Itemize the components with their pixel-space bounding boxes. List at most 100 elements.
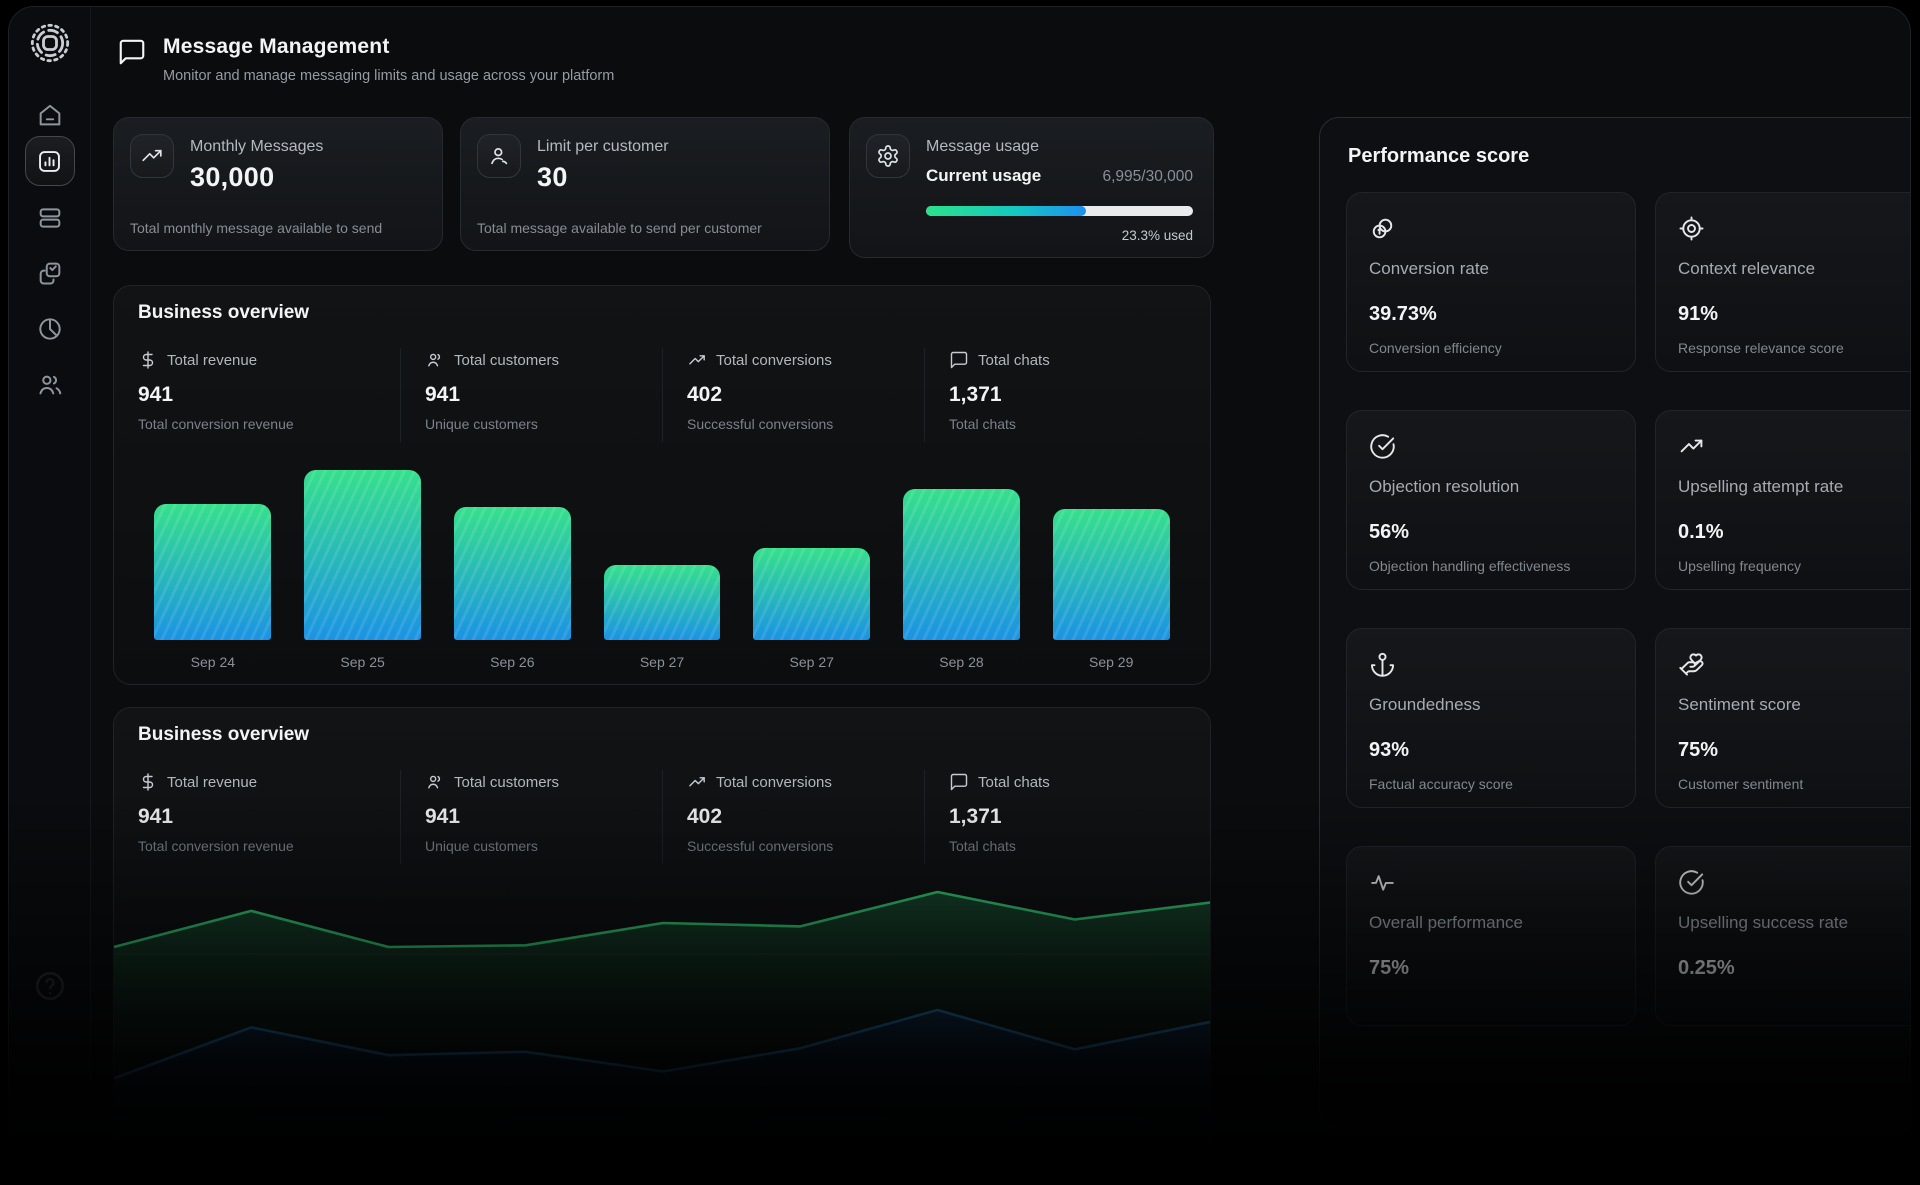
message-square-icon	[117, 37, 147, 67]
bar-slot: Sep 26	[437, 470, 587, 672]
metric-value: 0.1%	[1678, 521, 1911, 544]
metric-value: 93%	[1369, 739, 1613, 762]
sidebar-item-analytics[interactable]	[25, 136, 75, 186]
panel-title: Performance score	[1348, 145, 1529, 168]
trend-up-icon	[130, 134, 174, 178]
metric-description: Factual accuracy score	[1369, 776, 1613, 792]
overall-performance-card: Overall performance 75%	[1346, 846, 1636, 1026]
metric-description: Customer sentiment	[1678, 776, 1911, 792]
usage-progress-bar	[926, 206, 1193, 216]
bar-label: Sep 25	[340, 654, 384, 670]
page-subtitle: Monitor and manage messaging limits and …	[163, 68, 614, 84]
stat-description: Unique customers	[425, 838, 662, 854]
users-icon	[36, 371, 64, 399]
dollar-icon	[138, 772, 158, 792]
stat-description: Unique customers	[425, 416, 662, 432]
upselling-success-rate-card: Upselling success rate 0.25%	[1655, 846, 1911, 1026]
help-icon[interactable]	[33, 969, 67, 1003]
sidebar-item-reports[interactable]	[36, 315, 64, 343]
bar-slot: Sep 27	[737, 470, 887, 672]
bar	[454, 507, 571, 640]
stat-label: Total customers	[454, 352, 559, 369]
stat-description: Total chats	[949, 838, 1186, 854]
upselling-attempt-rate-card: Upselling attempt rate 0.1% Upselling fr…	[1655, 410, 1911, 590]
sidebar-item-home[interactable]	[36, 101, 64, 129]
app-logo-icon	[30, 23, 70, 63]
sidebar-item-customers[interactable]	[36, 371, 64, 399]
stats-row: Total revenue 941 Total conversion reven…	[138, 348, 1186, 442]
usage-label: Current usage	[926, 166, 1041, 186]
trend-up-icon	[687, 350, 707, 370]
message-usage-card: Message usage Current usage 6,995/30,000…	[849, 117, 1214, 258]
metric-label: Context relevance	[1678, 259, 1911, 279]
chat-icon	[949, 772, 969, 792]
card-title: Message usage	[926, 138, 1039, 156]
page-title: Message Management	[163, 35, 614, 59]
panel-title: Business overview	[138, 302, 309, 324]
anchor-icon	[1369, 651, 1396, 678]
stat-value: 402	[687, 805, 924, 829]
panel-title: Business overview	[138, 724, 309, 746]
usage-fraction: 6,995/30,000	[1102, 168, 1193, 186]
context-relevance-card: Context relevance 91% Response relevance…	[1655, 192, 1911, 372]
pie-chart-icon	[36, 315, 64, 343]
stat-total-revenue: Total revenue 941 Total conversion reven…	[138, 770, 400, 864]
stat-description: Total chats	[949, 416, 1186, 432]
usage-percent: 23.3% used	[1122, 228, 1193, 243]
trend-up-icon	[687, 772, 707, 792]
gear-icon	[866, 134, 910, 178]
card-description: Total monthly message available to send	[130, 220, 382, 236]
sentiment-score-card: Sentiment score 75% Customer sentiment	[1655, 628, 1911, 808]
metric-value: 39.73%	[1369, 303, 1613, 326]
bar	[604, 565, 721, 640]
stat-total-customers: Total customers 941 Unique customers	[400, 348, 662, 442]
rows-icon	[36, 204, 64, 232]
metric-description: Conversion efficiency	[1369, 340, 1613, 356]
coins-icon	[1369, 215, 1396, 242]
bar	[753, 548, 870, 640]
card-title: Monthly Messages	[190, 138, 323, 156]
monthly-messages-card: Monthly Messages 30,000 Total monthly me…	[113, 117, 443, 251]
stat-value: 941	[138, 383, 400, 407]
chat-icon	[949, 350, 969, 370]
stat-total-revenue: Total revenue 941 Total conversion reven…	[138, 348, 400, 442]
performance-grid: Conversion rate 39.73% Conversion effici…	[1346, 192, 1911, 1026]
crosshair-icon	[1678, 215, 1705, 242]
stat-total-conversions: Total conversions 402 Successful convers…	[662, 348, 924, 442]
bar-label: Sep 24	[191, 654, 235, 670]
metric-label: Conversion rate	[1369, 259, 1613, 279]
metric-description: Response relevance score	[1678, 340, 1911, 356]
stat-description: Total conversion revenue	[138, 416, 400, 432]
card-value: 30	[537, 162, 568, 193]
metric-value: 91%	[1678, 303, 1911, 326]
stat-description: Total conversion revenue	[138, 838, 400, 854]
bar-label: Sep 28	[939, 654, 983, 670]
sidebar-item-lists[interactable]	[36, 204, 64, 232]
metric-label: Objection resolution	[1369, 477, 1613, 497]
bar-slot: Sep 29	[1036, 470, 1186, 672]
activity-icon	[1369, 869, 1396, 896]
users-icon	[425, 772, 445, 792]
bar-slot: Sep 27	[587, 470, 737, 672]
stat-value: 941	[425, 805, 662, 829]
dollar-icon	[138, 350, 158, 370]
conversion-rate-card: Conversion rate 39.73% Conversion effici…	[1346, 192, 1636, 372]
business-overview-bar-panel: Business overview Total revenue 941 Tota…	[113, 285, 1211, 685]
trend-up-icon	[1678, 433, 1705, 460]
metric-description: Upselling frequency	[1678, 558, 1911, 574]
sidebar-item-tasks[interactable]	[36, 259, 64, 287]
stat-total-chats: Total chats 1,371 Total chats	[924, 770, 1186, 864]
trends-area-chart	[114, 858, 1210, 1179]
circle-check-icon	[1369, 433, 1396, 460]
copy-check-icon	[36, 259, 64, 287]
stat-label: Total revenue	[167, 774, 257, 791]
bar	[154, 504, 271, 640]
stat-description: Successful conversions	[687, 838, 924, 854]
bar-label: Sep 26	[490, 654, 534, 670]
stat-value: 1,371	[949, 805, 1186, 829]
app-window: Message Management Monitor and manage me…	[8, 6, 1911, 1179]
daily-messages-bar-chart: Sep 24 Sep 25 Sep 26 Sep 27Sep 27 Sep 28 Sep …	[138, 470, 1186, 672]
sidebar-nav	[25, 101, 75, 399]
metric-label: Upselling success rate	[1678, 913, 1911, 933]
stat-total-chats: Total chats 1,371 Total chats	[924, 348, 1186, 442]
